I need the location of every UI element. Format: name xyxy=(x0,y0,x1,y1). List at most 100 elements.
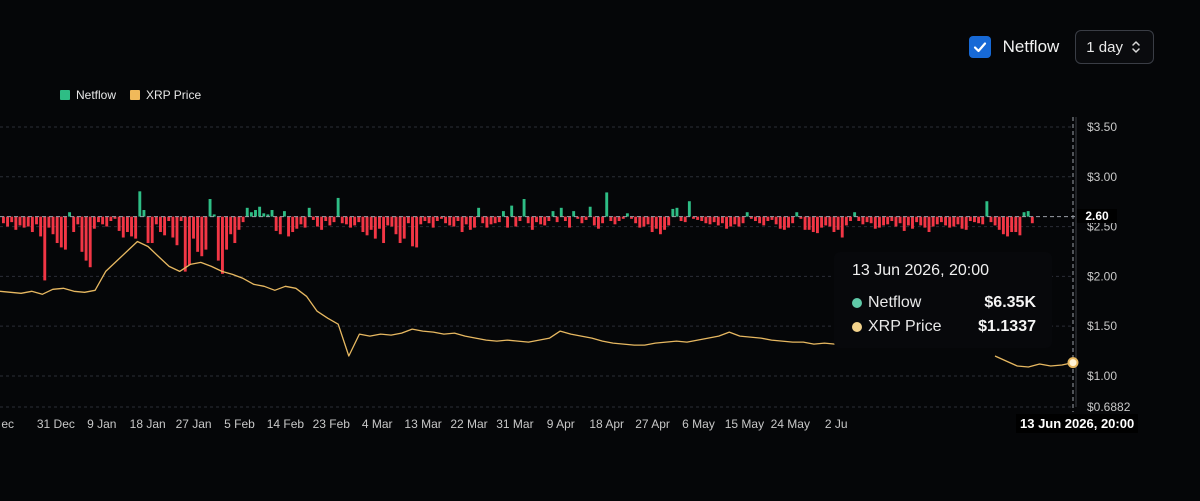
netflow-bar xyxy=(456,216,460,222)
netflow-bar xyxy=(1010,216,1014,233)
x-tick-label: 14 Feb xyxy=(267,417,305,431)
netflow-bar xyxy=(1006,216,1009,237)
netflow-bar xyxy=(919,216,923,226)
netflow-bar xyxy=(237,216,241,230)
netflow-bar xyxy=(340,216,344,224)
netflow-bar xyxy=(960,216,964,229)
netflow-bar xyxy=(700,216,704,222)
netflow-bar xyxy=(101,216,105,225)
netflow-bar xyxy=(196,216,200,252)
netflow-bar xyxy=(1026,211,1030,217)
netflow-bar xyxy=(720,216,724,224)
netflow-bar xyxy=(324,216,328,222)
netflow-bar xyxy=(956,216,960,225)
netflow-bar xyxy=(911,216,914,229)
netflow-bar xyxy=(973,216,976,223)
x-tick-label: 18 Apr xyxy=(589,417,624,431)
netflow-bar xyxy=(1014,216,1018,233)
netflow-bar xyxy=(894,216,898,227)
netflow-bar xyxy=(88,216,92,268)
netflow-bar xyxy=(419,216,423,225)
netflow-bar xyxy=(803,216,807,230)
netflow-bar xyxy=(522,199,526,217)
netflow-bar xyxy=(68,212,71,217)
y-tick-label: $1.50 xyxy=(1087,319,1117,333)
netflow-bar xyxy=(754,216,757,222)
netflow-bar xyxy=(55,216,59,244)
netflow-bar xyxy=(233,216,237,244)
netflow-bar xyxy=(514,216,518,227)
netflow-bar xyxy=(811,216,815,233)
netflow-bar xyxy=(642,216,646,227)
netflow-bar xyxy=(935,216,939,225)
price-line xyxy=(0,240,836,357)
crosshair-y-label: 2.60 xyxy=(1077,209,1117,223)
netflow-bar xyxy=(601,216,605,224)
netflow-bar xyxy=(1030,216,1034,224)
netflow-bar xyxy=(282,211,286,217)
netflow-bar xyxy=(989,216,993,223)
netflow-bar xyxy=(741,216,745,224)
netflow-bar xyxy=(489,216,493,225)
netflow-bar xyxy=(270,210,274,217)
netflow-bar xyxy=(795,212,799,217)
netflow-bar xyxy=(72,216,76,233)
netflow-bar xyxy=(865,216,869,223)
netflow-bar xyxy=(249,212,253,217)
netflow-bar xyxy=(671,208,675,217)
netflow-bar xyxy=(787,216,790,228)
netflow-bar xyxy=(658,216,662,235)
netflow-bar xyxy=(200,216,204,257)
netflow-bar xyxy=(939,216,943,223)
x-tick-label: 9 Jan xyxy=(87,417,116,431)
netflow-bar xyxy=(221,216,224,274)
netflow-bar xyxy=(882,216,886,226)
x-tick-label: 4 Mar xyxy=(362,417,393,431)
netflow-bar xyxy=(254,210,257,217)
netflow-bar xyxy=(204,216,208,250)
netflow-bar xyxy=(373,216,377,239)
netflow-bar xyxy=(394,216,398,235)
netflow-bar xyxy=(163,216,167,236)
netflow-bar xyxy=(840,216,844,238)
netflow-bar xyxy=(530,216,534,230)
netflow-bar xyxy=(349,216,352,228)
netflow-bar xyxy=(977,216,981,224)
netflow-bar xyxy=(547,216,551,222)
x-tick-label: 27 Jan xyxy=(176,417,212,431)
x-tick-label: 22 Mar xyxy=(450,417,487,431)
netflow-bar xyxy=(902,216,906,231)
netflow-bar xyxy=(411,216,414,247)
netflow-bar xyxy=(915,216,919,223)
netflow-bar xyxy=(952,216,956,227)
y-tick-label: $0.6882 xyxy=(1087,400,1131,414)
netflow-bar xyxy=(59,216,63,248)
netflow-bar xyxy=(382,216,386,244)
netflow-bar xyxy=(634,216,638,224)
netflow-bar xyxy=(287,216,290,237)
netflow-bar xyxy=(873,216,877,229)
netflow-bar xyxy=(328,216,332,226)
x-tick-label: 31 Mar xyxy=(496,417,533,431)
netflow-bar xyxy=(187,216,191,266)
tooltip-date: 13 Jun 2026, 20:00 xyxy=(852,262,990,279)
netflow-bar xyxy=(526,216,530,224)
netflow-bar xyxy=(844,216,848,226)
netflow-bar xyxy=(638,216,642,228)
tooltip-value-netflow: $6.35K xyxy=(984,294,1036,311)
netflow-bar xyxy=(303,216,307,228)
netflow-bar xyxy=(745,212,749,217)
netflow-bar xyxy=(968,216,972,222)
netflow-bar xyxy=(580,216,584,224)
netflow-bar xyxy=(877,216,881,228)
netflow-bar xyxy=(171,216,175,238)
netflow-bar xyxy=(584,216,588,220)
netflow-bar xyxy=(617,216,621,222)
netflow-bar xyxy=(92,216,96,229)
netflow-bar xyxy=(47,216,51,228)
netflow-bar xyxy=(278,216,282,235)
netflow-bar xyxy=(654,216,658,229)
netflow-bar xyxy=(431,216,435,228)
netflow-bar xyxy=(708,216,712,225)
netflow-bar xyxy=(931,216,935,227)
